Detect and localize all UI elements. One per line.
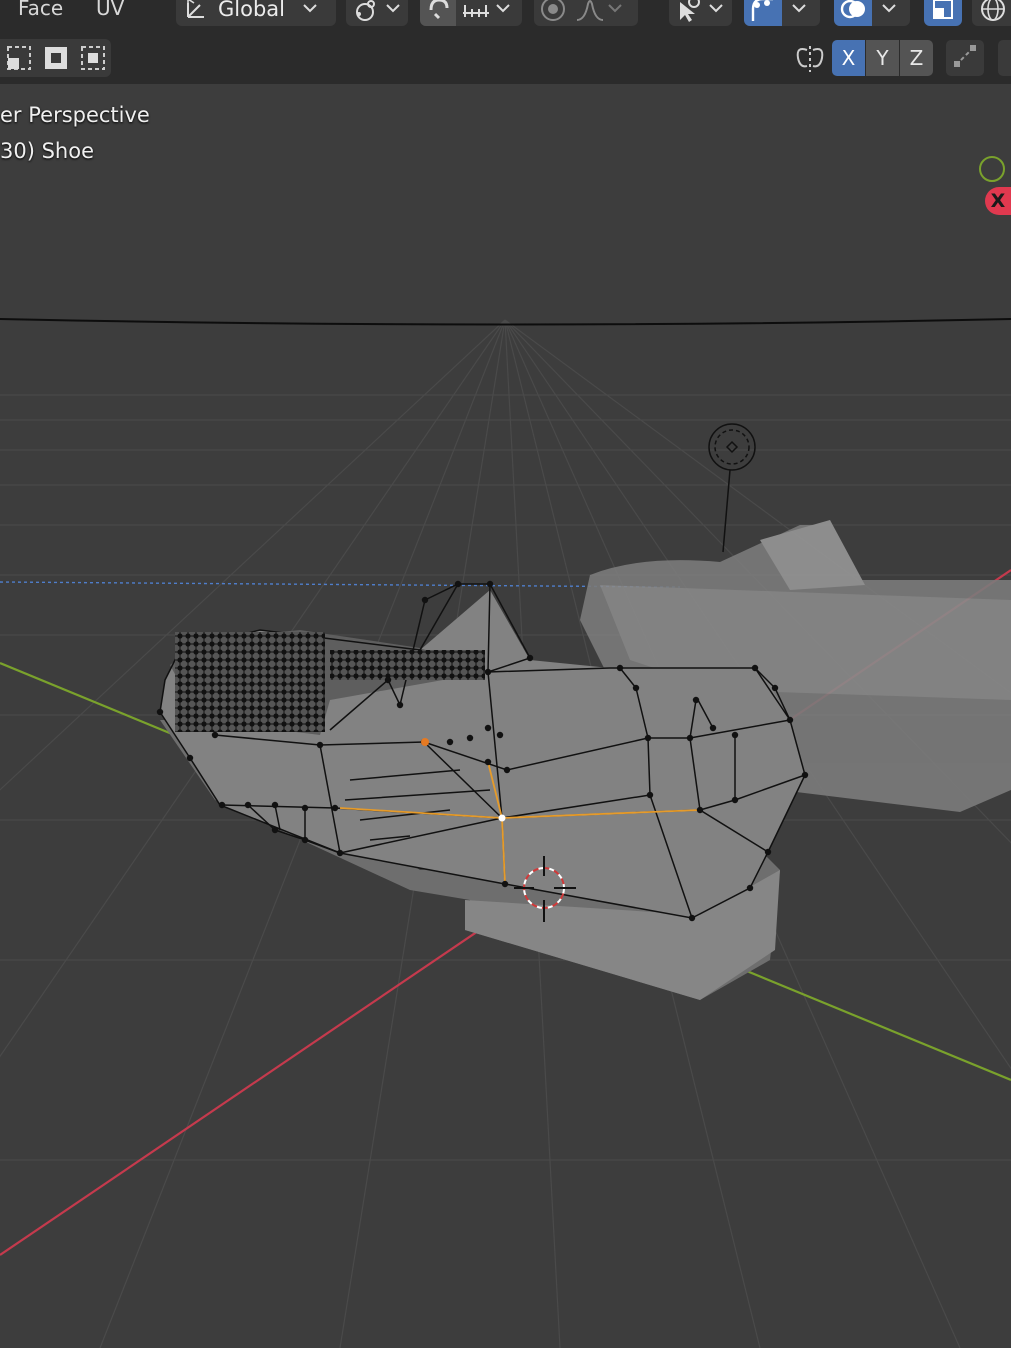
axis-x-toggle[interactable]: X xyxy=(832,40,865,76)
axis-y-toggle[interactable]: Y xyxy=(866,40,899,76)
wireframe-shading-button[interactable] xyxy=(972,0,1011,26)
proportional-editing-group xyxy=(534,0,638,26)
wireframe-shading-icon xyxy=(972,0,1011,26)
menu-uv[interactable]: UV xyxy=(96,0,124,20)
transform-orientation-icon xyxy=(176,0,218,26)
view-name-label: er Perspective xyxy=(0,103,150,127)
overlays-icon[interactable] xyxy=(834,0,872,26)
chevron-down-icon xyxy=(303,1,317,17)
active-vertex xyxy=(498,814,506,822)
3d-viewport[interactable]: er Perspective 30) Shoe X xyxy=(0,84,1011,1348)
snap-increment-icon[interactable] xyxy=(456,0,496,26)
pivot-point-dropdown[interactable] xyxy=(346,0,408,26)
selection-mode-group xyxy=(0,39,111,77)
transform-orientation-label: Global xyxy=(218,0,285,21)
snap-settings-button[interactable] xyxy=(998,40,1011,76)
axis-z-toggle[interactable]: Z xyxy=(900,40,933,76)
chevron-down-icon[interactable] xyxy=(882,1,896,17)
auto-merge-button[interactable] xyxy=(946,40,984,76)
z-axis-line xyxy=(0,581,681,588)
chevron-down-icon[interactable] xyxy=(792,1,806,17)
viewport-scene xyxy=(0,318,1011,1348)
chevron-down-icon[interactable] xyxy=(496,1,510,17)
select-subtract-icon[interactable] xyxy=(74,39,111,77)
select-new-icon[interactable] xyxy=(0,39,37,77)
object-origin xyxy=(421,738,429,746)
overlays-group xyxy=(834,0,910,26)
select-extend-icon[interactable] xyxy=(37,39,74,77)
tool-settings-bar: X Y Z xyxy=(0,33,1011,84)
transform-orientation-dropdown[interactable]: Global xyxy=(176,0,336,26)
mirror-axis-group: X Y Z xyxy=(832,40,934,76)
pivot-point-icon xyxy=(346,0,386,26)
mirror-butterfly-icon[interactable] xyxy=(794,44,826,78)
nav-gizmo-y-axis[interactable] xyxy=(979,156,1005,182)
chevron-down-icon[interactable] xyxy=(608,1,622,17)
proportional-editing-icon[interactable] xyxy=(534,0,572,26)
selectability-dropdown[interactable] xyxy=(669,0,732,26)
gizmo-icon[interactable] xyxy=(744,0,782,26)
viewport-header: Face UV Global xyxy=(0,0,1011,33)
falloff-curve-icon[interactable] xyxy=(572,0,608,26)
selectability-visibility-icon xyxy=(669,0,709,26)
toggle-xray-icon xyxy=(924,0,962,26)
snap-magnet-icon[interactable] xyxy=(420,0,456,26)
gizmo-group xyxy=(744,0,820,26)
nav-gizmo-x-axis[interactable]: X xyxy=(985,187,1011,215)
menu-face[interactable]: Face xyxy=(18,0,63,20)
object-info-label: 30) Shoe xyxy=(0,139,94,163)
snap-group xyxy=(420,0,522,26)
toggle-xray-button[interactable] xyxy=(924,0,962,26)
auto-merge-icon xyxy=(952,43,978,73)
chevron-down-icon xyxy=(386,1,400,17)
chevron-down-icon xyxy=(709,1,723,17)
